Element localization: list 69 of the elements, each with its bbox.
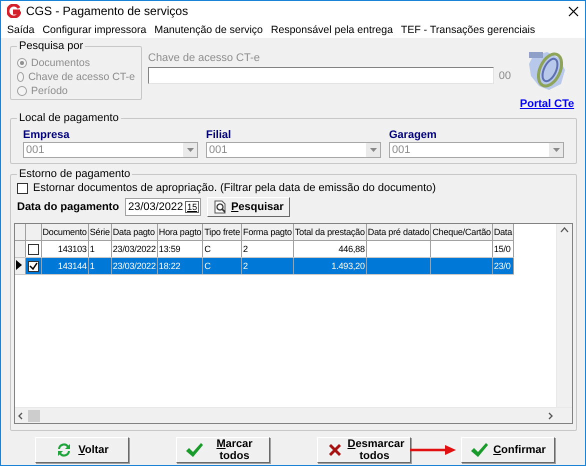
- column-header: Cheque/Cartão: [430, 224, 492, 240]
- column-header: Documento: [41, 224, 88, 240]
- checkbox[interactable]: [17, 182, 28, 194]
- dropdown-arrow-icon: [186, 148, 194, 152]
- search-button[interactable]: Pesquisar: [207, 197, 290, 217]
- table-cell: C: [204, 244, 211, 254]
- column-header: Forma pagto: [242, 224, 294, 240]
- table-cell: 2: [243, 261, 248, 271]
- menu-item[interactable]: Configurar impressora: [38, 24, 150, 36]
- table-cell: 2: [243, 244, 248, 254]
- checkbox[interactable]: [28, 244, 38, 254]
- table-cell: 446,88: [338, 244, 365, 254]
- menu-item[interactable]: Responsável pela entrega: [266, 24, 397, 36]
- group-title: Estorno de pagamento: [17, 168, 132, 181]
- date-field[interactable]: 23/03/2022 15: [125, 198, 202, 216]
- calendar-button[interactable]: 15: [185, 201, 200, 213]
- column-header: Total da prestação: [293, 224, 366, 240]
- menu-item[interactable]: TEF - Transações gerenciais: [396, 24, 540, 36]
- table-cell: 1: [90, 261, 95, 271]
- table-cell: 143144: [58, 261, 87, 271]
- column-header: Tipo frete: [202, 224, 242, 240]
- table-cell: 15/0: [494, 244, 511, 254]
- scrollbar[interactable]: [15, 407, 572, 423]
- pointer-arrow: [409, 445, 457, 455]
- scroll-thumb[interactable]: [28, 410, 40, 422]
- group-title: Pesquisa por: [17, 40, 86, 53]
- column-header: Data pagto: [111, 224, 158, 240]
- table-cell: 23/03/2022: [112, 261, 156, 271]
- table-cell: 23/0: [494, 261, 511, 271]
- column-header: Hora pagto: [157, 224, 203, 240]
- action-button[interactable]: Desmarcar todos: [317, 437, 411, 463]
- menu-item[interactable]: Saída: [3, 24, 38, 36]
- checkbox[interactable]: [28, 260, 38, 272]
- field-suffix: 00: [498, 70, 511, 82]
- action-button[interactable]: Marcar todos: [176, 437, 270, 463]
- table-cell: 23/03/2022: [112, 244, 156, 254]
- checkmark-icon: [470, 442, 488, 458]
- field-label: Data do pagamento: [17, 201, 120, 213]
- row-pointer-icon: [15, 260, 23, 270]
- field-label: Filial: [206, 129, 232, 141]
- cross-icon: [326, 442, 342, 458]
- column-header: Data pré datado: [366, 224, 431, 240]
- group-title: Local de pagamento: [17, 112, 121, 125]
- window-title: CGS - Pagamento de serviços: [26, 4, 190, 18]
- table-cell: C: [204, 261, 211, 271]
- table-cell: 13:59: [158, 244, 180, 254]
- table-cell: 18:22: [158, 261, 180, 271]
- table-cell: 1.493,20: [331, 261, 365, 271]
- table-row[interactable]: 143144 1 23/03/2022 18:22 C 2 1.493,20 23/0: [15, 258, 514, 274]
- dropdown-arrow-icon: [370, 148, 376, 152]
- search-icon: [213, 200, 228, 214]
- table-cell: 143103: [58, 244, 87, 254]
- table-cell: 1: [90, 244, 95, 254]
- checkbox-label: Estornar documentos de apropriação. (Filtrar pela data de emissão do documento): [33, 182, 436, 194]
- action-button[interactable]: Voltar: [35, 437, 129, 463]
- column-header: Série: [88, 224, 112, 240]
- scrollbar[interactable]: [556, 224, 572, 407]
- input-field[interactable]: [148, 67, 494, 84]
- menu-item[interactable]: Manutenção de serviço: [150, 24, 267, 36]
- checkmark-icon: [184, 442, 202, 458]
- field-label: Empresa: [23, 129, 70, 141]
- dropdown-arrow-icon: [552, 148, 560, 152]
- action-button[interactable]: Confirmar: [461, 437, 555, 463]
- close-icon[interactable]: [568, 6, 579, 16]
- field-label: Garagem: [389, 129, 438, 141]
- app-logo-icon: [7, 4, 21, 18]
- field-label: Chave de acesso CT-e: [148, 52, 261, 64]
- column-header: Data: [492, 224, 514, 240]
- portal-link[interactable]: Portal CTe: [520, 98, 574, 110]
